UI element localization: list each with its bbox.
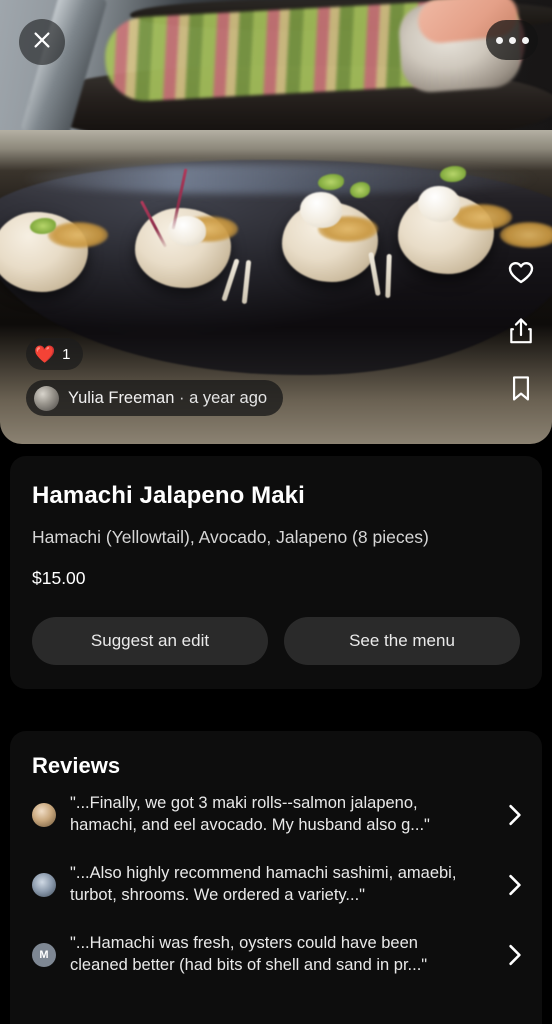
review-snippet: "...Hamachi was fresh, oysters could hav… <box>70 933 428 974</box>
overflow-menu-icon <box>495 36 503 44</box>
decor-cream-dollop <box>418 186 460 222</box>
dish-price: $15.00 <box>32 567 86 588</box>
see-the-menu-button[interactable]: See the menu <box>284 616 520 665</box>
share-icon <box>507 318 535 350</box>
dish-details-card: Hamachi Jalapeno Maki Hamachi (Yellowtai… <box>10 456 542 689</box>
chevron-right-icon[interactable] <box>502 944 528 966</box>
attribution-text: Yulia Freeman · a year ago <box>68 389 267 408</box>
review-snippet: "...Finally, we got 3 maki rolls--salmon… <box>70 794 430 834</box>
heart-icon <box>506 261 536 292</box>
list-item[interactable]: M "...Hamachi was fresh, oysters could h… <box>32 919 528 989</box>
separator: · <box>178 388 185 407</box>
avatar <box>34 385 59 411</box>
decor-cream-dollop <box>300 192 342 228</box>
list-item[interactable]: "...Also highly recommend hamachi sashim… <box>32 849 528 919</box>
author-name: Yulia Freeman <box>68 388 175 407</box>
page-title: Hamachi Jalapeno Maki <box>32 482 305 509</box>
list-item[interactable]: "...Finally, we got 3 maki rolls--salmon… <box>32 779 528 849</box>
chevron-right-icon[interactable] <box>502 874 528 896</box>
photo-actions <box>506 258 536 404</box>
like-button[interactable] <box>506 258 536 288</box>
save-button[interactable] <box>508 374 534 404</box>
avatar <box>32 872 56 897</box>
decor-crumb <box>452 204 512 230</box>
heart-filled-icon: ❤️ <box>34 344 56 364</box>
like-count-chip[interactable]: ❤️ 1 <box>26 338 83 370</box>
overflow-menu-icon <box>521 36 529 44</box>
photo-card[interactable]: ❤️ 1 Yulia Freeman · a year ago <box>0 0 552 444</box>
reviews-card: Reviews "...Finally, we got 3 maki rolls… <box>10 731 542 1024</box>
decor-crumb <box>500 222 552 248</box>
photo-detail-screen: ❤️ 1 Yulia Freeman · a year ago Hamachi … <box>0 0 552 1024</box>
share-button[interactable] <box>507 316 535 346</box>
suggest-an-edit-button[interactable]: Suggest an edit <box>32 616 268 665</box>
overflow-menu-icon <box>508 36 516 44</box>
photo-attribution[interactable]: Yulia Freeman · a year ago <box>26 380 284 416</box>
decor-crumb <box>48 222 108 248</box>
review-snippet: "...Also highly recommend hamachi sashim… <box>70 863 457 904</box>
reviews-heading: Reviews <box>32 753 121 778</box>
time-ago: a year ago <box>189 388 268 407</box>
avatar <box>32 802 56 827</box>
chevron-right-icon[interactable] <box>502 804 528 826</box>
more-options-button[interactable] <box>486 20 538 60</box>
bookmark-icon <box>508 376 534 408</box>
dish-description: Hamachi (Yellowtail), Avocado, Jalapeno … <box>32 527 429 547</box>
avatar: M <box>32 942 56 967</box>
close-button[interactable] <box>19 19 65 65</box>
like-count: 1 <box>62 345 71 363</box>
photo-upper-sushi-roll <box>0 0 552 138</box>
dish-actions: Suggest an edit See the menu <box>32 616 520 665</box>
close-icon <box>31 29 53 56</box>
